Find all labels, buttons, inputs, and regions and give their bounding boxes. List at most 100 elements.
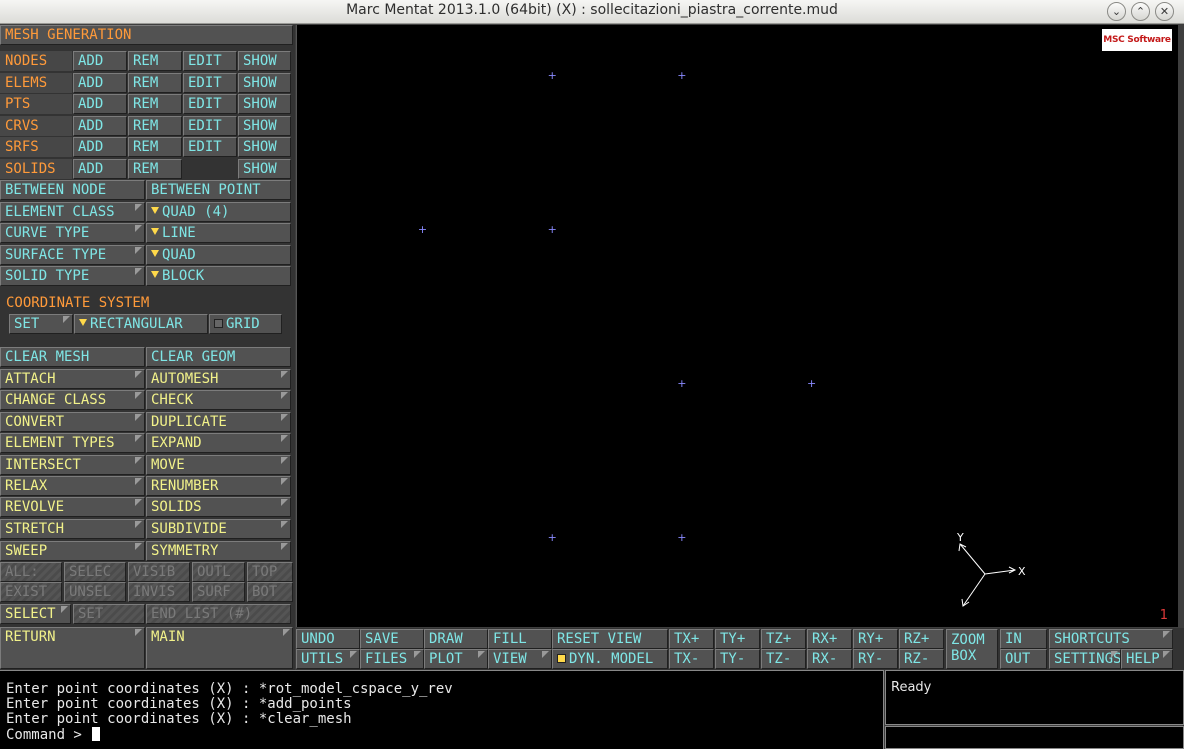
save-button[interactable]: SAVE: [360, 629, 424, 649]
pts-edit-button[interactable]: EDIT: [183, 94, 237, 114]
stretch-button[interactable]: STRETCH: [0, 519, 145, 539]
rx-minus-button[interactable]: RX-: [807, 649, 852, 669]
change-class-button[interactable]: CHANGE CLASS: [0, 390, 145, 410]
surface-type-menu[interactable]: QUAD: [146, 245, 291, 265]
attach-button[interactable]: ATTACH: [0, 369, 145, 389]
solid-type-menu[interactable]: BLOCK: [146, 266, 291, 286]
convert-button[interactable]: CONVERT: [0, 412, 145, 432]
command-prompt[interactable]: Command >: [6, 727, 101, 743]
element-class-menu[interactable]: QUAD (4): [146, 202, 291, 222]
ry-plus-button[interactable]: RY+: [853, 629, 898, 649]
maximize-button[interactable]: ⌃: [1131, 2, 1150, 21]
tz-minus-button[interactable]: TZ-: [761, 649, 806, 669]
tx-plus-button[interactable]: TX+: [669, 629, 714, 649]
curve-type-label-button[interactable]: CURVE TYPE: [0, 223, 145, 243]
expand-button[interactable]: EXPAND: [146, 433, 291, 453]
duplicate-button[interactable]: DUPLICATE: [146, 412, 291, 432]
select-top-button[interactable]: TOP: [247, 562, 293, 582]
tz-plus-button[interactable]: TZ+: [761, 629, 806, 649]
minimize-button[interactable]: ⌄: [1107, 2, 1126, 21]
draw-button[interactable]: DRAW: [424, 629, 488, 649]
crvs-add-button[interactable]: ADD: [73, 116, 127, 136]
srfs-edit-button[interactable]: EDIT: [183, 137, 237, 157]
element-types-button[interactable]: ELEMENT TYPES: [0, 433, 145, 453]
plot-button[interactable]: PLOT: [424, 649, 488, 669]
srfs-add-button[interactable]: ADD: [73, 137, 127, 157]
set-button[interactable]: SET: [73, 604, 145, 624]
help-button[interactable]: HELP: [1121, 649, 1173, 669]
crvs-rem-button[interactable]: REM: [128, 116, 182, 136]
return-button[interactable]: RETURN: [0, 627, 145, 669]
nodes-add-button[interactable]: ADD: [73, 51, 127, 71]
command-console[interactable]: Enter point coordinates (X) : *rot_model…: [0, 670, 884, 749]
geometry-point[interactable]: +: [676, 532, 687, 543]
rz-plus-button[interactable]: RZ+: [899, 629, 944, 649]
shortcuts-button[interactable]: SHORTCUTS: [1049, 629, 1173, 649]
elems-add-button[interactable]: ADD: [73, 73, 127, 93]
coord-set-button[interactable]: SET: [9, 314, 73, 334]
zoom-out-button[interactable]: OUT: [1000, 649, 1047, 669]
geometry-point[interactable]: +: [417, 224, 428, 235]
tx-minus-button[interactable]: TX-: [669, 649, 714, 669]
solids-rem-button[interactable]: REM: [128, 159, 182, 179]
settings-button[interactable]: SETTINGS: [1049, 649, 1121, 669]
move-button[interactable]: MOVE: [146, 455, 291, 475]
srfs-show-button[interactable]: SHOW: [238, 137, 291, 157]
clear-geom-button[interactable]: CLEAR GEOM: [146, 347, 291, 367]
elems-show-button[interactable]: SHOW: [238, 73, 291, 93]
select-unsel-button[interactable]: UNSEL: [64, 582, 126, 602]
files-button[interactable]: FILES: [360, 649, 424, 669]
select-surf-button[interactable]: SURF: [192, 582, 245, 602]
srfs-rem-button[interactable]: REM: [128, 137, 182, 157]
geometry-point[interactable]: +: [806, 378, 817, 389]
geometry-point[interactable]: +: [547, 224, 558, 235]
pts-add-button[interactable]: ADD: [73, 94, 127, 114]
pts-show-button[interactable]: SHOW: [238, 94, 291, 114]
pts-rem-button[interactable]: REM: [128, 94, 182, 114]
ty-minus-button[interactable]: TY-: [715, 649, 760, 669]
select-button[interactable]: SELECT: [0, 604, 71, 624]
fill-button[interactable]: FILL: [488, 629, 552, 649]
utils-button[interactable]: UTILS: [296, 649, 360, 669]
solids-show-button[interactable]: SHOW: [238, 159, 291, 179]
geometry-point[interactable]: +: [676, 378, 687, 389]
grid-toggle[interactable]: GRID: [209, 314, 282, 334]
close-button[interactable]: ✕: [1155, 2, 1174, 21]
end-list-button[interactable]: END LIST (#): [146, 604, 291, 624]
surface-type-label-button[interactable]: SURFACE TYPE: [0, 245, 145, 265]
solid-type-label-button[interactable]: SOLID TYPE: [0, 266, 145, 286]
geometry-point[interactable]: +: [676, 70, 687, 81]
select-selec-button[interactable]: SELEC: [64, 562, 126, 582]
main-button[interactable]: MAIN: [146, 627, 293, 669]
crvs-show-button[interactable]: SHOW: [238, 116, 291, 136]
subdivide-button[interactable]: SUBDIVIDE: [146, 519, 291, 539]
coord-type-menu[interactable]: RECTANGULAR: [74, 314, 208, 334]
curve-type-menu[interactable]: LINE: [146, 223, 291, 243]
rz-minus-button[interactable]: RZ-: [899, 649, 944, 669]
select-visib-button[interactable]: VISIB: [128, 562, 190, 582]
elems-rem-button[interactable]: REM: [128, 73, 182, 93]
element-class-label-button[interactable]: ELEMENT CLASS: [0, 202, 145, 222]
reset-view-button[interactable]: RESET VIEW: [552, 629, 668, 649]
dyn-model-toggle[interactable]: DYN. MODEL: [552, 649, 668, 669]
ty-plus-button[interactable]: TY+: [715, 629, 760, 649]
select-invis-button[interactable]: INVIS: [128, 582, 190, 602]
check-button[interactable]: CHECK: [146, 390, 291, 410]
geometry-point[interactable]: +: [547, 70, 558, 81]
symmetry-button[interactable]: SYMMETRY: [146, 541, 291, 561]
nodes-show-button[interactable]: SHOW: [238, 51, 291, 71]
intersect-button[interactable]: INTERSECT: [0, 455, 145, 475]
nodes-edit-button[interactable]: EDIT: [183, 51, 237, 71]
select-all-button[interactable]: ALL:: [0, 562, 62, 582]
crvs-edit-button[interactable]: EDIT: [183, 116, 237, 136]
nodes-rem-button[interactable]: REM: [128, 51, 182, 71]
clear-mesh-button[interactable]: CLEAR MESH: [0, 347, 145, 367]
zoom-box-button[interactable]: ZOOM BOX: [946, 629, 998, 669]
view-button[interactable]: VIEW: [488, 649, 552, 669]
geometry-point[interactable]: +: [547, 532, 558, 543]
select-bot-button[interactable]: BOT: [247, 582, 293, 602]
undo-button[interactable]: UNDO: [296, 629, 360, 649]
select-exist-button[interactable]: EXIST: [0, 582, 62, 602]
ry-minus-button[interactable]: RY-: [853, 649, 898, 669]
zoom-in-button[interactable]: IN: [1000, 629, 1047, 649]
